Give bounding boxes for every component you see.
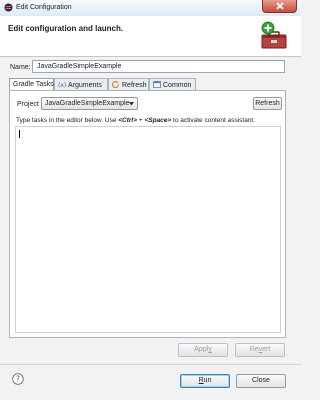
tab-arguments[interactable]: (x)= Arguments (54, 78, 108, 90)
run-label-end: un (203, 377, 212, 384)
run-button[interactable]: Run (180, 374, 230, 388)
tab-refresh-label: Refresh (122, 82, 147, 89)
tab-gradle-tasks-label: Gradle Tasks (13, 81, 54, 88)
revert-label-start: Re (249, 346, 259, 353)
tab-refresh[interactable]: Refresh (108, 78, 149, 90)
close-icon (276, 2, 284, 10)
header-title: Edit configuration and launch. (8, 24, 124, 33)
project-select[interactable]: JavaGradleSimpleExample (41, 97, 138, 110)
toolbox-launch-icon (261, 21, 287, 49)
gradle-tasks-panel: Project JavaGradleSimpleExample Refresh … (9, 90, 286, 338)
common-icon (153, 81, 161, 88)
svg-text:?: ? (16, 375, 20, 384)
svg-text:(x)=: (x)= (58, 82, 66, 88)
apply-mnemonic: y (208, 346, 212, 353)
tab-common-label: Common (163, 82, 192, 89)
project-label: Project (17, 101, 39, 108)
dialog-header: Edit configuration and launch. (0, 16, 301, 57)
chevron-down-icon (129, 102, 134, 106)
content-assist-hint: Type tasks in the editor below. Use <Ctr… (16, 117, 255, 124)
title-bar[interactable]: Edit Configuration (0, 0, 301, 17)
tab-arguments-label: Arguments (68, 82, 102, 89)
eclipse-app-icon (4, 3, 13, 12)
edit-configuration-dialog: Edit Configuration Edit configuration an… (0, 0, 301, 400)
project-select-value: JavaGradleSimpleExample (45, 100, 130, 107)
hint-key-ctrl: <Ctrl> (118, 117, 138, 124)
help-icon[interactable]: ? (12, 373, 24, 385)
refresh-icon (112, 81, 120, 88)
arguments-icon: (x)= (58, 82, 66, 88)
apply-label-start: Appl (194, 346, 209, 353)
close-button[interactable]: Close (236, 374, 286, 388)
footer-separator (0, 364, 301, 365)
revert-label-end: ert (262, 346, 271, 353)
hint-text-start: Type tasks in the editor below. Use (16, 117, 119, 124)
hint-text-end: to activate content assistant. (171, 117, 256, 124)
hint-key-space: <Space> (144, 117, 172, 124)
configuration-name-input[interactable]: JavaGradleSimpleExample (32, 60, 285, 73)
revert-button[interactable]: Revert (235, 343, 285, 357)
window-close-button[interactable] (262, 0, 297, 13)
text-caret (19, 130, 20, 138)
window-title: Edit Configuration (16, 4, 72, 11)
tasks-editor[interactable] (15, 126, 281, 333)
apply-button[interactable]: Apply (178, 343, 228, 357)
name-label: Name: (10, 64, 31, 71)
tab-common[interactable]: Common (149, 78, 196, 90)
project-refresh-button[interactable]: Refresh (253, 97, 282, 110)
